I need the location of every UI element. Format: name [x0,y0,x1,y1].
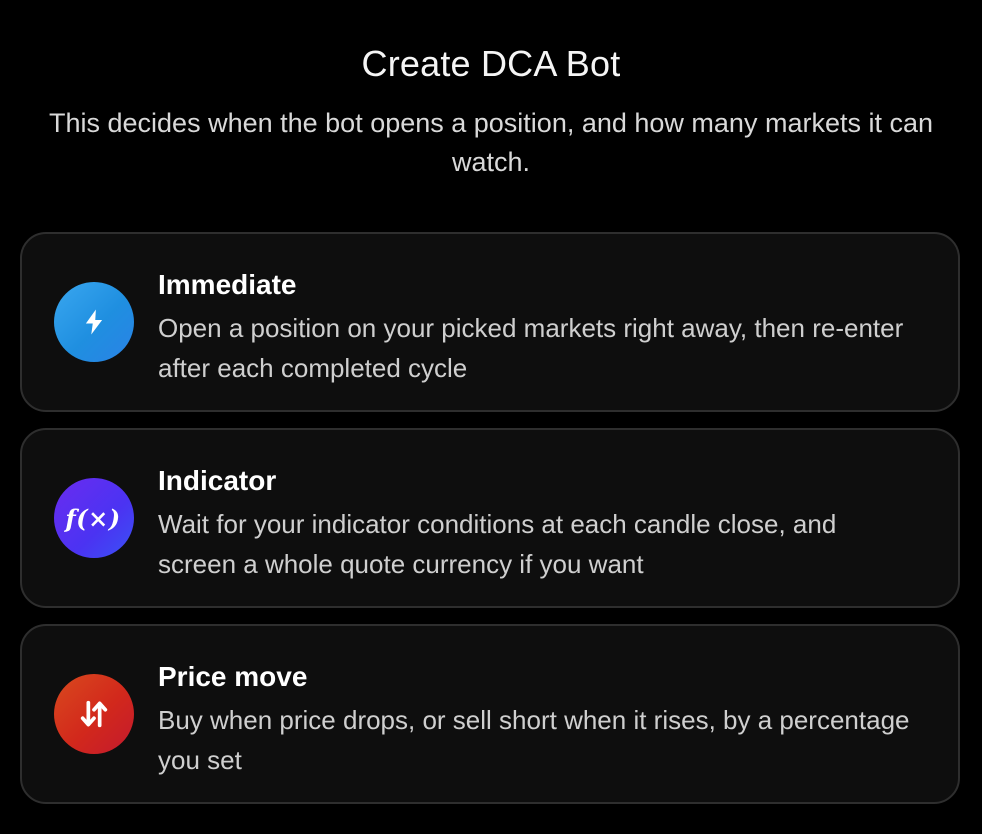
function-icon-glyph: f(×) [65,503,121,533]
function-icon: f(×) [54,478,134,558]
arrows-up-down-icon [54,674,134,754]
option-title: Immediate [158,269,297,300]
bolt-icon [54,282,134,362]
option-description: Wait for your indicator conditions at ea… [158,509,837,579]
option-description: Buy when price drops, or sell short when… [158,705,910,775]
option-card-price-move[interactable]: Price move Buy when price drops, or sell… [20,624,960,804]
option-title: Price move [158,661,308,692]
option-card-immediate[interactable]: Immediate Open a position on your picked… [20,232,960,412]
option-card-indicator[interactable]: f(×) Indicator Wait for your indicator c… [20,428,960,608]
option-title: Indicator [158,465,277,496]
page-subtitle: This decides when the bot opens a positi… [49,108,933,177]
page-title: Create DCA Bot [361,43,621,84]
option-description: Open a position on your picked markets r… [158,313,904,383]
